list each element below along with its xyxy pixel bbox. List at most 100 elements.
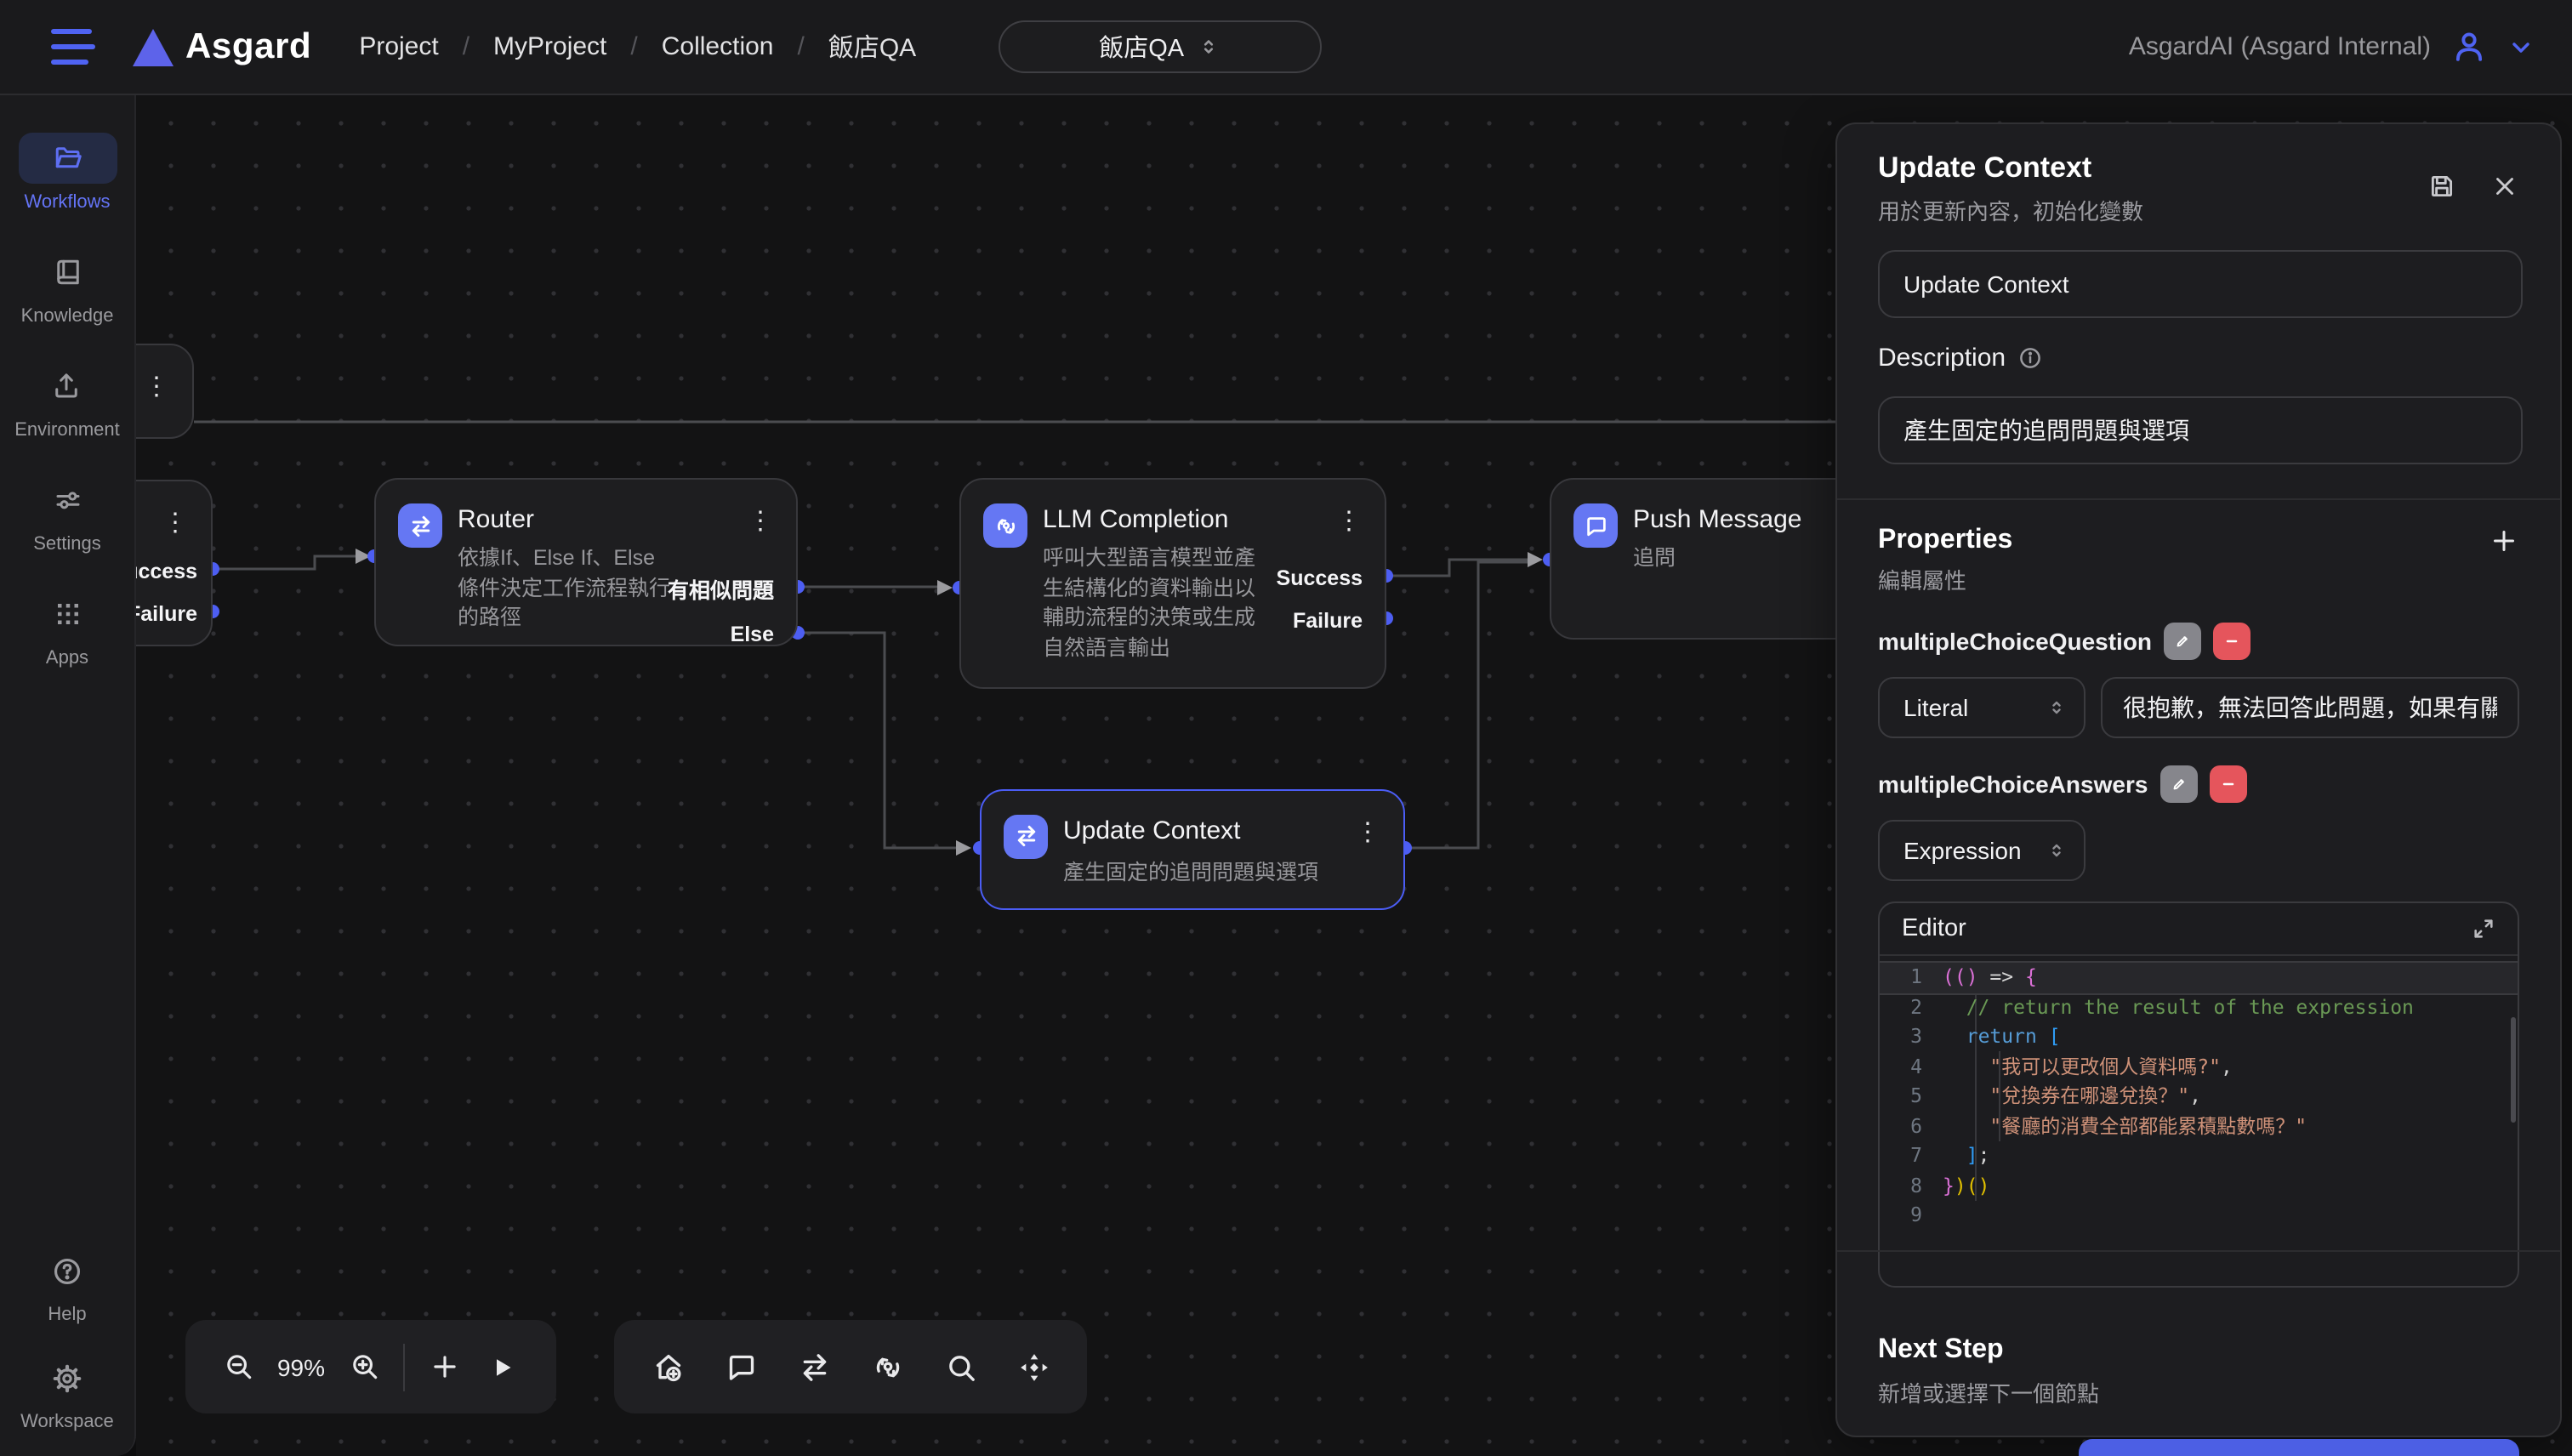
sidebar-item-apps[interactable]: Apps <box>18 589 117 668</box>
node-menu-icon[interactable]: ⋮ <box>1334 503 1364 537</box>
panel-subtitle: 用於更新內容，初始化變數 <box>1878 194 2519 226</box>
node-router[interactable]: Router ⋮ 依據If、Else If、Else條件決定工作流程執行的路徑 … <box>374 478 798 646</box>
sidebar-item-label: Environment <box>14 420 120 441</box>
sidebar-item-help[interactable]: Help <box>18 1245 117 1325</box>
sidebar-item-workspace[interactable]: Workspace <box>18 1352 117 1432</box>
workflow-select[interactable]: 飯店QA <box>998 20 1321 73</box>
move-pad-icon[interactable] <box>1004 1338 1062 1396</box>
code-area[interactable]: 1(() => {2 // return the result of the e… <box>1880 956 2518 1288</box>
swap-arrows-icon <box>398 503 442 548</box>
zoom-level: 99% <box>267 1353 335 1380</box>
edge-else-to-update <box>798 633 956 848</box>
save-icon[interactable] <box>2427 172 2456 201</box>
node-partial-top[interactable]: ⋮ <box>136 344 194 439</box>
property-type-select[interactable]: Literal <box>1878 677 2085 738</box>
node-llm-completion[interactable]: LLM Completion ⋮ 呼叫大型語言模型並產生結構化的資料輸出以輔助流… <box>959 478 1386 689</box>
code-line[interactable]: 4 "我可以更改個人資料嗎?", <box>1880 1052 2518 1082</box>
line-number: 2 <box>1880 992 1943 1022</box>
chat-bubble-icon[interactable] <box>712 1338 770 1396</box>
sidebar-item-settings[interactable]: Settings <box>18 475 117 555</box>
code-line[interactable]: 1(() => { <box>1880 963 2518 992</box>
zoom-toolbar: 99% <box>185 1320 556 1413</box>
edit-property-button[interactable] <box>2159 765 2197 803</box>
sidebar-item-workflows[interactable]: Workflows <box>18 133 117 213</box>
zoom-out-button[interactable] <box>209 1338 267 1396</box>
next-step-node-button[interactable]: Push Message <box>2079 1439 2519 1456</box>
sidebar: Workflows Knowledge Environment <box>0 95 136 1456</box>
code-line[interactable]: 8})() <box>1880 1171 2518 1201</box>
toolbar-divider <box>403 1343 405 1391</box>
add-property-icon[interactable] <box>2489 526 2519 556</box>
line-number: 7 <box>1880 1141 1943 1171</box>
node-partial-left[interactable]: ⋮ Success Failure <box>136 480 213 646</box>
node-menu-icon[interactable]: ⋮ <box>141 369 172 403</box>
property-name: multipleChoiceQuestion <box>1878 628 2152 655</box>
remove-property-button[interactable] <box>2213 623 2250 660</box>
node-menu-icon[interactable]: ⋮ <box>1352 814 1383 848</box>
node-menu-icon[interactable]: ⋮ <box>160 505 191 539</box>
next-step-subtitle: 新增或選擇下一個節點 <box>1878 1376 2519 1408</box>
sidebar-item-label: Settings <box>33 534 101 555</box>
edit-property-button[interactable] <box>2164 623 2201 660</box>
sidebar-item-label: Knowledge <box>21 306 114 327</box>
add-node-button[interactable] <box>415 1338 473 1396</box>
chevron-down-icon[interactable] <box>2507 33 2535 60</box>
upload-icon <box>18 361 117 412</box>
expression-editor[interactable]: Editor 1(() => {2 // return the result o… <box>1878 901 2519 1288</box>
top-bar: Asgard Project / MyProject / Collection … <box>0 0 2572 95</box>
arrowhead-icon <box>956 840 971 856</box>
properties-subtitle: 編輯屬性 <box>1878 563 2519 595</box>
node-menu-icon[interactable]: ⋮ <box>745 503 776 537</box>
folder-open-icon <box>18 133 117 184</box>
arrowhead-icon <box>356 549 371 564</box>
sidebar-item-environment[interactable]: Environment <box>14 361 120 441</box>
code-line[interactable]: 7 ]; <box>1880 1141 2518 1171</box>
next-step-row: Success Push Message <box>1878 1439 2519 1456</box>
app-logo[interactable]: Asgard <box>133 26 311 67</box>
editor-scrollbar[interactable] <box>2510 1017 2515 1123</box>
gear-icon <box>18 1352 117 1403</box>
line-number: 8 <box>1880 1171 1943 1201</box>
node-description-input[interactable] <box>1878 396 2523 464</box>
close-icon[interactable] <box>2490 172 2519 201</box>
line-number: 1 <box>1880 963 1943 992</box>
code-line[interactable]: 5 "兌換券在哪邊兌換？", <box>1880 1082 2518 1112</box>
node-update-context[interactable]: Update Context ⋮ 產生固定的追問問題與選項 <box>980 788 1405 909</box>
remove-property-button[interactable] <box>2209 765 2246 803</box>
output-label: 有相似問題 <box>668 572 774 605</box>
sidebar-item-knowledge[interactable]: Knowledge <box>18 247 117 327</box>
sliders-icon <box>18 475 117 526</box>
code-line[interactable]: 6 "餐廳的消費全部都能累積點數嗎？" <box>1880 1112 2518 1141</box>
home-add-icon[interactable] <box>639 1338 697 1396</box>
swap-arrows-icon[interactable] <box>785 1338 843 1396</box>
node-name-input[interactable] <box>1878 250 2523 318</box>
breadcrumb-myproject[interactable]: MyProject <box>493 32 606 61</box>
expand-icon[interactable] <box>2472 917 2495 941</box>
breadcrumb-project[interactable]: Project <box>359 32 438 61</box>
property-type-select[interactable]: Expression <box>1878 820 2085 881</box>
workflow-select-value: 飯店QA <box>1099 29 1184 65</box>
llm-icon[interactable] <box>858 1338 916 1396</box>
account-area: AsgardAI (Asgard Internal) <box>2129 29 2535 65</box>
line-number: 4 <box>1880 1052 1943 1082</box>
sidebar-footer: Help Workspace <box>18 1218 117 1432</box>
code-line[interactable]: 2 // return the result of the expression <box>1880 992 2518 1022</box>
property-value-input[interactable] <box>2101 677 2519 738</box>
run-workflow-button[interactable] <box>473 1338 531 1396</box>
output-label: Success <box>1277 566 1363 589</box>
info-icon[interactable] <box>2017 345 2043 371</box>
breadcrumb-separator: / <box>630 32 637 61</box>
line-number: 9 <box>1880 1201 1943 1231</box>
code-line[interactable]: 3 return [ <box>1880 1022 2518 1052</box>
editor-title: Editor <box>1902 915 1966 942</box>
code-line[interactable]: 9 <box>1880 1201 2518 1231</box>
chevron-updown-icon <box>1198 36 1220 58</box>
zoom-in-button[interactable] <box>335 1338 393 1396</box>
breadcrumb-collection[interactable]: Collection <box>662 32 774 61</box>
node-title: Router <box>458 505 534 534</box>
user-icon[interactable] <box>2451 29 2487 65</box>
breadcrumb-separator: / <box>463 32 469 61</box>
menu-icon[interactable] <box>51 28 95 65</box>
search-icon[interactable] <box>931 1338 989 1396</box>
breadcrumb-current[interactable]: 飯店QA <box>828 29 916 65</box>
